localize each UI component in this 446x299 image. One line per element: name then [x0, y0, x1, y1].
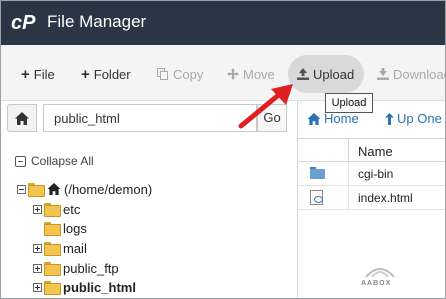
- expand-toggle-icon[interactable]: [33, 263, 42, 273]
- home-icon: [15, 111, 29, 125]
- html-file-icon: [310, 190, 323, 205]
- tree-item-etc[interactable]: etc: [33, 201, 80, 217]
- upload-icon: [297, 68, 309, 80]
- open-folder-icon: [28, 183, 45, 197]
- upload-tooltip: Upload: [325, 93, 373, 113]
- home-icon: [307, 112, 321, 125]
- copy-button[interactable]: Copy: [157, 64, 203, 84]
- open-folder-icon: [44, 281, 61, 295]
- new-folder-label: Folder: [93, 66, 131, 82]
- app-title: File Manager: [47, 12, 147, 31]
- file-name: index.html: [358, 191, 413, 205]
- level-up-icon: [385, 112, 394, 125]
- svg-text:cP: cP: [11, 12, 36, 34]
- tree-item-mail[interactable]: mail: [33, 240, 87, 256]
- tree-item-label: public_html: [63, 279, 136, 295]
- tree-root-label: (/home/demon): [64, 181, 153, 197]
- new-folder-button[interactable]: + Folder: [81, 64, 131, 84]
- copy-label: Copy: [173, 66, 204, 82]
- file-name: cgi-bin: [358, 167, 394, 181]
- download-label: Download: [393, 66, 446, 82]
- toolbar: + File + Folder Copy Move Upload Downloa…: [1, 45, 446, 101]
- move-label: Move: [243, 66, 275, 82]
- up-one-link-label: Up One: [397, 111, 442, 126]
- upload-button[interactable]: Upload: [297, 64, 354, 84]
- expand-toggle-icon[interactable]: [33, 243, 42, 253]
- table-row[interactable]: cgi-bin: [298, 162, 445, 186]
- home-link[interactable]: Home: [307, 111, 359, 126]
- download-icon: [377, 68, 389, 80]
- copy-icon: [157, 68, 168, 80]
- folder-icon: [310, 167, 325, 179]
- column-header-name[interactable]: Name: [358, 144, 393, 159]
- expand-toggle-icon[interactable]: [33, 204, 42, 214]
- folder-icon: [44, 262, 61, 276]
- move-arrows-icon: [227, 68, 239, 80]
- plus-icon: +: [21, 65, 30, 83]
- collapse-toggle-icon[interactable]: [17, 184, 26, 194]
- collapse-all-label: Collapse All: [31, 154, 94, 168]
- folder-icon: [44, 203, 61, 217]
- tree-item-logs[interactable]: logs: [33, 220, 87, 236]
- home-link-label: Home: [324, 111, 359, 126]
- table-header: Name: [298, 138, 445, 163]
- expand-toggle-icon[interactable]: [33, 282, 42, 292]
- tree-item-public-ftp[interactable]: public_ftp: [33, 260, 119, 276]
- plus-icon: +: [81, 65, 90, 83]
- upload-label: Upload: [313, 66, 355, 82]
- tree-root[interactable]: (/home/demon): [17, 181, 152, 197]
- tree-item-label: etc: [63, 201, 81, 217]
- up-one-link[interactable]: Up One: [385, 111, 442, 126]
- home-button[interactable]: [7, 104, 37, 132]
- tree-item-label: logs: [63, 220, 87, 236]
- new-file-label: File: [33, 66, 55, 82]
- path-input[interactable]: [43, 104, 257, 132]
- tree-item-label: mail: [63, 240, 87, 256]
- download-button[interactable]: Download: [377, 64, 446, 84]
- collapse-icon: [15, 155, 26, 167]
- new-file-button[interactable]: + File: [21, 64, 55, 84]
- tree-item-label: public_ftp: [63, 260, 119, 276]
- folder-icon: [44, 242, 61, 256]
- tree-item-public-html[interactable]: public_html: [33, 279, 136, 295]
- folder-icon: [44, 222, 61, 236]
- cpanel-logo-icon: cP: [11, 12, 36, 34]
- home-icon: [47, 183, 61, 195]
- collapse-all-button[interactable]: Collapse All: [15, 154, 94, 168]
- title-bar: cP File Manager: [1, 1, 445, 45]
- file-manager-window: cP File Manager + File + Folder Copy Mov…: [0, 0, 446, 299]
- red-pointer-arrow-icon: [238, 84, 293, 129]
- table-row[interactable]: index.html: [298, 186, 445, 210]
- watermark-text: AABOX: [361, 280, 392, 287]
